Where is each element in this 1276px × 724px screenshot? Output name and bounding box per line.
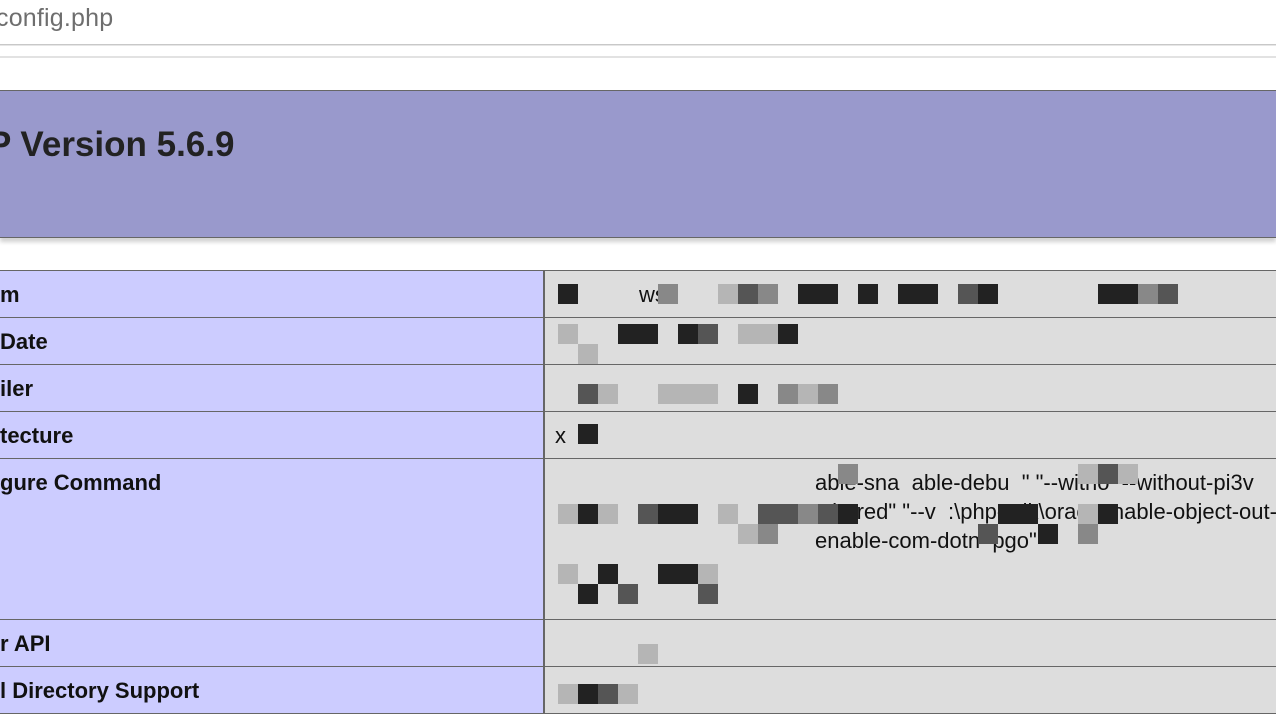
row-value-cell: able-sna able-debu " "--witho --without-… <box>544 458 1276 620</box>
table-row: tecture x <box>0 411 1276 459</box>
table-row: iler <box>0 364 1276 412</box>
row-label-cell: m <box>0 270 545 318</box>
php-version-header: P Version 5.6.9 <box>0 90 1276 238</box>
toolbar-divider <box>0 56 1276 58</box>
row-value <box>555 319 1276 328</box>
row-label: l Directory Support <box>0 678 200 703</box>
table-row: m ws <box>0 270 1276 318</box>
row-value-cell <box>544 364 1276 412</box>
page-title: P Version 5.6.9 <box>0 125 235 164</box>
row-label-cell: Date <box>0 317 545 365</box>
row-value <box>555 621 1276 630</box>
row-value <box>555 668 1276 677</box>
row-label-cell: l Directory Support <box>0 666 545 714</box>
address-url-text[interactable]: config.php <box>0 4 113 33</box>
row-value <box>555 366 1276 375</box>
row-value-cell <box>544 666 1276 714</box>
row-label-cell: r API <box>0 619 545 667</box>
row-label: iler <box>0 376 34 401</box>
table-row: l Directory Support <box>0 666 1276 714</box>
row-label-cell: gure Command <box>0 458 545 620</box>
browser-address-bar[interactable]: config.php <box>0 0 1276 45</box>
row-value: x <box>555 423 566 448</box>
row-label-cell: iler <box>0 364 545 412</box>
row-label: tecture <box>0 423 74 448</box>
row-label: m <box>0 282 20 307</box>
row-label: gure Command <box>0 470 162 495</box>
row-label-cell: tecture <box>0 411 545 459</box>
row-label: r API <box>0 631 51 656</box>
row-label: Date <box>0 329 48 354</box>
row-value-cell: x <box>544 411 1276 459</box>
